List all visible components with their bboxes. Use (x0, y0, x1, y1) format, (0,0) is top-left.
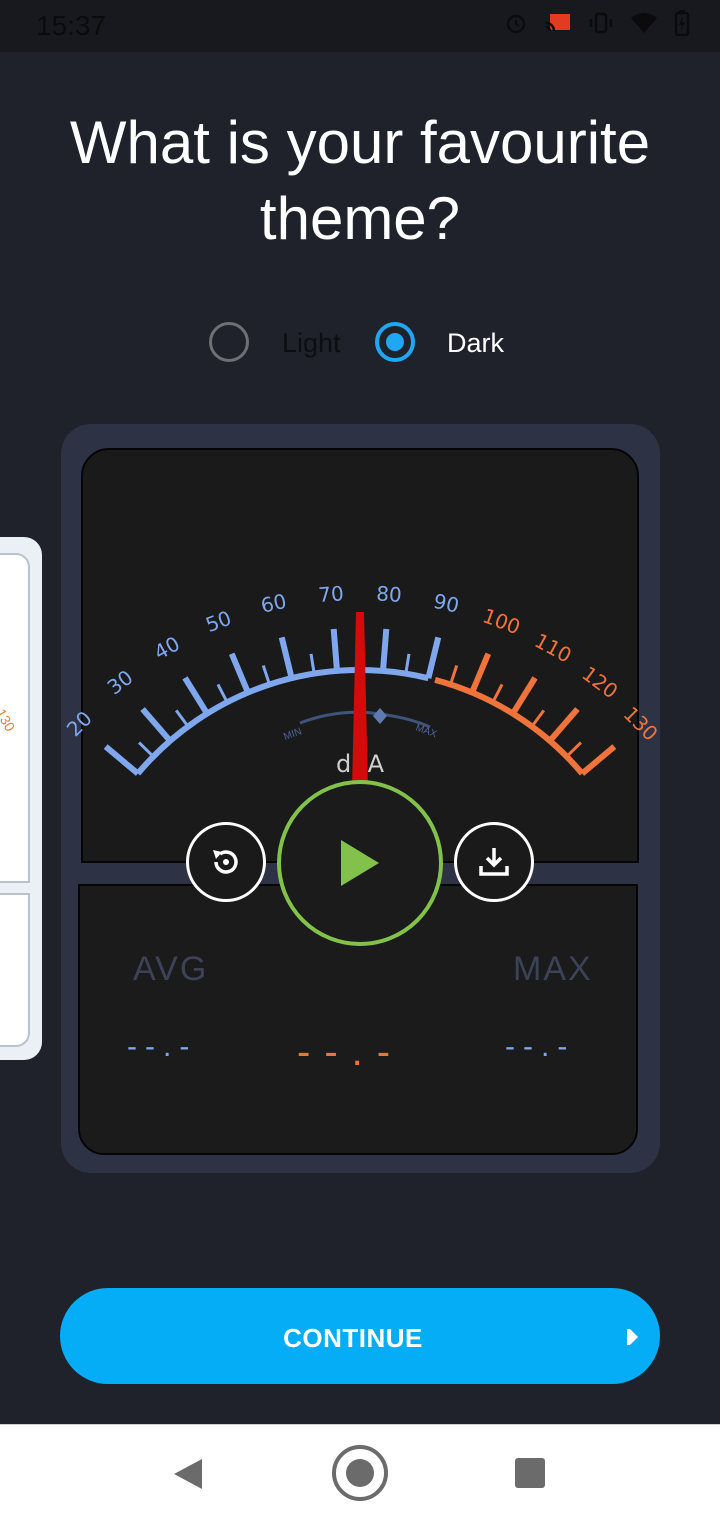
gauge-minor-tick (530, 709, 546, 728)
reset-button[interactable] (186, 822, 266, 902)
gauge-major-tick (278, 636, 295, 679)
play-button[interactable] (277, 780, 443, 946)
navigation-bar (0, 1424, 720, 1521)
gauge-minor-tick (404, 653, 411, 674)
gauge-tick-label: 80 (375, 581, 402, 607)
gauge-tick-label: 50 (202, 606, 234, 637)
gauge-tick-label: 100 (479, 603, 523, 639)
gauge-major-tick (510, 676, 538, 716)
min-label: MIN (282, 726, 303, 743)
max-label: MAX (414, 722, 438, 740)
download-icon (479, 848, 509, 876)
max-label: MAX (513, 950, 593, 988)
gauge-minor-tick (174, 709, 190, 728)
light-preview-bottom (0, 893, 30, 1047)
gauge-minor-tick (138, 741, 155, 758)
gauge-tick-label: 130 (619, 702, 663, 746)
gauge-tick-label: 60 (259, 589, 289, 618)
current-value: --.- (297, 1030, 405, 1074)
max-value: --.- (505, 1030, 576, 1063)
gauge-major-tick (228, 652, 251, 694)
sound-meter-gauge: 2030405060708090100110120130 MIN MAX dBA (62, 581, 663, 790)
download-button[interactable] (454, 822, 534, 902)
gauge-minor-tick (491, 683, 504, 703)
back-icon[interactable] (172, 1457, 204, 1491)
gauge-tick-label: 90 (431, 589, 461, 618)
gauge-major-tick (182, 676, 210, 716)
reset-icon (213, 850, 238, 874)
gauge-major-tick (425, 636, 442, 679)
gauge-tick-label: 120 (577, 661, 622, 703)
gauge-major-tick (580, 744, 617, 776)
gauge-minor-tick (449, 665, 459, 685)
min-max-marker (373, 708, 387, 724)
gauge-tick-label: 110 (531, 628, 576, 667)
avg-label: AVG (133, 950, 209, 988)
continue-button[interactable]: CONTINUE (60, 1288, 660, 1384)
home-icon[interactable] (331, 1444, 389, 1502)
arrow-right-icon (627, 1329, 638, 1345)
play-icon (341, 840, 379, 886)
gauge-tick-label: 20 (62, 706, 97, 741)
recents-icon[interactable] (514, 1457, 546, 1489)
gauge-major-tick (379, 628, 390, 672)
gauge-tick-label: 70 (317, 581, 344, 607)
gauge-major-tick (547, 707, 580, 743)
gauge-major-tick (469, 652, 492, 694)
gauge-minor-tick (565, 741, 582, 758)
gauge-minor-tick (216, 683, 229, 703)
avg-value: --.- (127, 1030, 198, 1063)
gauge-tick-label: 30 (103, 665, 138, 699)
gauge-minor-tick (309, 653, 316, 674)
gauge-major-tick (103, 744, 140, 776)
gauge-major-tick (140, 707, 173, 743)
gauge-minor-tick (261, 665, 271, 685)
gauge-arc-blue (135, 667, 430, 776)
continue-label: CONTINUE (283, 1323, 423, 1353)
gauge-needle (352, 612, 368, 790)
gauge-tick-label: 40 (150, 631, 184, 664)
gauge-major-tick (330, 628, 341, 672)
